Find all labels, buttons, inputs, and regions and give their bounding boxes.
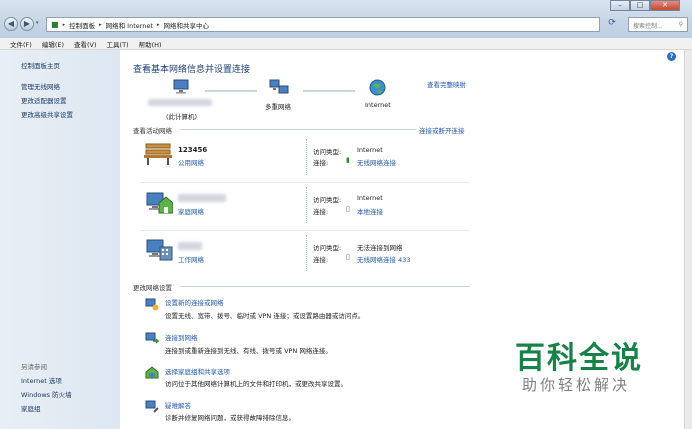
vertical-divider bbox=[306, 139, 307, 175]
nav-advanced-sharing[interactable]: 更改高级共享设置 bbox=[21, 109, 73, 119]
section-divider bbox=[180, 129, 416, 130]
task-description: 设置无线、宽带、拨号、临时或 VPN 连接；或设置路由器或访问点。 bbox=[165, 312, 365, 320]
computer-icon bbox=[172, 79, 190, 94]
back-button[interactable]: ◀ bbox=[4, 17, 18, 31]
wireless-signal-icon: ▮ bbox=[346, 156, 350, 164]
network-type-link[interactable]: 工作网络 bbox=[178, 254, 204, 264]
connection-link[interactable]: 无线网络连接 bbox=[357, 157, 396, 167]
breadcrumb-separator-icon: ▸ bbox=[99, 21, 102, 28]
menu-view[interactable]: 查看(V) bbox=[74, 39, 97, 49]
work-network-icon bbox=[145, 238, 173, 262]
access-type-value: Internet bbox=[357, 146, 383, 154]
recent-pages-dropdown[interactable]: ▾ bbox=[36, 20, 39, 26]
internet-globe-icon bbox=[369, 79, 386, 96]
minimize-button[interactable]: – bbox=[610, 0, 630, 11]
address-bar[interactable]: ■ ▸ 控制面板 ▸ 网络和 Internet ▸ 网络和共享中心 bbox=[46, 17, 600, 32]
multiple-networks-icon bbox=[268, 79, 290, 95]
menu-edit[interactable]: 编辑(E) bbox=[42, 39, 64, 49]
task-homegroup-link[interactable]: 选择家庭组和共享选项 bbox=[165, 366, 230, 376]
menu-file[interactable]: 文件(F) bbox=[10, 39, 32, 49]
network-name-redacted bbox=[178, 242, 202, 250]
menu-help[interactable]: 帮助(H) bbox=[139, 39, 162, 49]
watermark-brand: 百科全说 bbox=[515, 341, 643, 376]
map-internet-label: Internet bbox=[365, 101, 391, 109]
ethernet-icon: ▯ bbox=[346, 205, 350, 213]
refresh-icon[interactable]: ⟳ bbox=[605, 18, 619, 31]
task-description: 诊断并修复网络问题，或获得故障排除信息。 bbox=[165, 414, 295, 422]
active-networks-header: 查看活动网络 bbox=[133, 127, 172, 135]
nav-manage-wireless[interactable]: 管理无线网络 bbox=[21, 81, 60, 91]
window-controls: – □ ✕ bbox=[610, 0, 680, 11]
vertical-divider bbox=[306, 187, 307, 223]
network-type-link[interactable]: 公用网络 bbox=[178, 157, 204, 167]
connection-label: 连接: bbox=[313, 159, 329, 167]
new-connection-icon bbox=[145, 297, 159, 311]
breadcrumb-separator-icon: ▸ bbox=[156, 21, 160, 28]
control-panel-icon: ■ bbox=[51, 20, 59, 29]
watermark-slogan: 助你轻松解决 bbox=[522, 376, 631, 394]
change-settings-header: 更改网络设置 bbox=[133, 284, 172, 292]
connection-label: 连接: bbox=[313, 256, 329, 264]
access-type-value: Internet bbox=[357, 194, 383, 202]
connection-link[interactable]: 本地连接 bbox=[357, 206, 383, 216]
breadcrumb-item[interactable]: 网络和 Internet bbox=[106, 20, 153, 30]
search-input[interactable]: 搜索控制... ⚲ bbox=[628, 17, 688, 32]
vertical-divider bbox=[306, 235, 307, 271]
connect-disconnect-link[interactable]: 连接或断开连接 bbox=[419, 125, 465, 135]
connection-label: 连接: bbox=[313, 208, 329, 216]
menu-bar: 文件(F) 编辑(E) 查看(V) 工具(T) 帮助(H) bbox=[0, 38, 692, 50]
help-icon[interactable]: ? bbox=[667, 52, 676, 61]
network-name: 123456 bbox=[178, 146, 208, 154]
nav-control-panel-home[interactable]: 控制面板主页 bbox=[21, 60, 60, 70]
breadcrumb-item[interactable]: 网络和共享中心 bbox=[164, 20, 210, 30]
see-also-firewall[interactable]: Windows 防火墙 bbox=[21, 389, 72, 399]
wireless-signal-icon: ▯ bbox=[346, 253, 350, 261]
see-also-internet-options[interactable]: Internet 选项 bbox=[21, 375, 62, 385]
row-divider bbox=[140, 182, 470, 183]
task-connect-network-link[interactable]: 连接到网络 bbox=[165, 332, 198, 342]
access-type-value: 无法连接到网络 bbox=[357, 244, 403, 252]
section-divider bbox=[180, 286, 470, 287]
homegroup-sharing-icon bbox=[145, 365, 159, 379]
left-nav-pane: 控制面板主页 管理无线网络 更改适配器设置 更改高级共享设置 另请参阅 Inte… bbox=[0, 50, 120, 429]
access-type-label: 访问类型: bbox=[313, 196, 342, 204]
maximize-button[interactable]: □ bbox=[630, 0, 650, 11]
vertical-scrollbar[interactable] bbox=[684, 50, 692, 429]
nav-change-adapter[interactable]: 更改适配器设置 bbox=[21, 95, 67, 105]
computer-name-redacted bbox=[148, 99, 212, 106]
connect-network-icon bbox=[145, 331, 160, 345]
map-computer-label: (此计算机) bbox=[166, 113, 198, 121]
see-also-header: 另请参阅 bbox=[21, 363, 47, 371]
access-type-label: 访问类型: bbox=[313, 244, 342, 252]
page-title: 查看基本网络信息并设置连接 bbox=[133, 65, 251, 75]
task-description: 连接到或重新连接到无线、有线、拨号或 VPN 网络连接。 bbox=[165, 347, 332, 355]
close-button[interactable]: ✕ bbox=[650, 0, 680, 11]
title-bar: – □ ✕ ◀ ▶ ▾ ■ ▸ 控制面板 ▸ 网络和 Internet ▸ 网络… bbox=[0, 0, 692, 38]
breadcrumb-separator-icon: ▸ bbox=[62, 21, 66, 28]
access-type-label: 访问类型: bbox=[313, 148, 342, 156]
home-network-icon bbox=[145, 191, 174, 215]
view-full-map-link[interactable]: 查看完整映射 bbox=[427, 79, 466, 89]
network-name-redacted bbox=[178, 194, 226, 202]
park-bench-icon bbox=[143, 141, 173, 166]
troubleshoot-icon bbox=[145, 399, 159, 413]
search-icon: ⚲ bbox=[678, 21, 683, 28]
connection-link[interactable]: 无线网络连接 433 bbox=[357, 254, 410, 264]
search-placeholder: 搜索控制... bbox=[633, 23, 663, 30]
map-connector bbox=[303, 90, 355, 92]
forward-button[interactable]: ▶ bbox=[20, 17, 34, 31]
menu-tools[interactable]: 工具(T) bbox=[107, 39, 129, 49]
row-divider bbox=[140, 230, 470, 231]
task-troubleshoot-link[interactable]: 疑难解答 bbox=[165, 400, 191, 410]
breadcrumb-item[interactable]: 控制面板 bbox=[69, 20, 95, 30]
task-description: 访问位于其他网络计算机上的文件和打印机，或更改共享设置。 bbox=[165, 380, 347, 388]
network-type-link[interactable]: 家庭网络 bbox=[178, 206, 204, 216]
map-network-label: 多重网络 bbox=[265, 103, 291, 111]
map-connector bbox=[205, 90, 257, 92]
see-also-homegroup[interactable]: 家庭组 bbox=[21, 403, 41, 413]
task-setup-connection-link[interactable]: 设置新的连接或网络 bbox=[165, 297, 224, 307]
